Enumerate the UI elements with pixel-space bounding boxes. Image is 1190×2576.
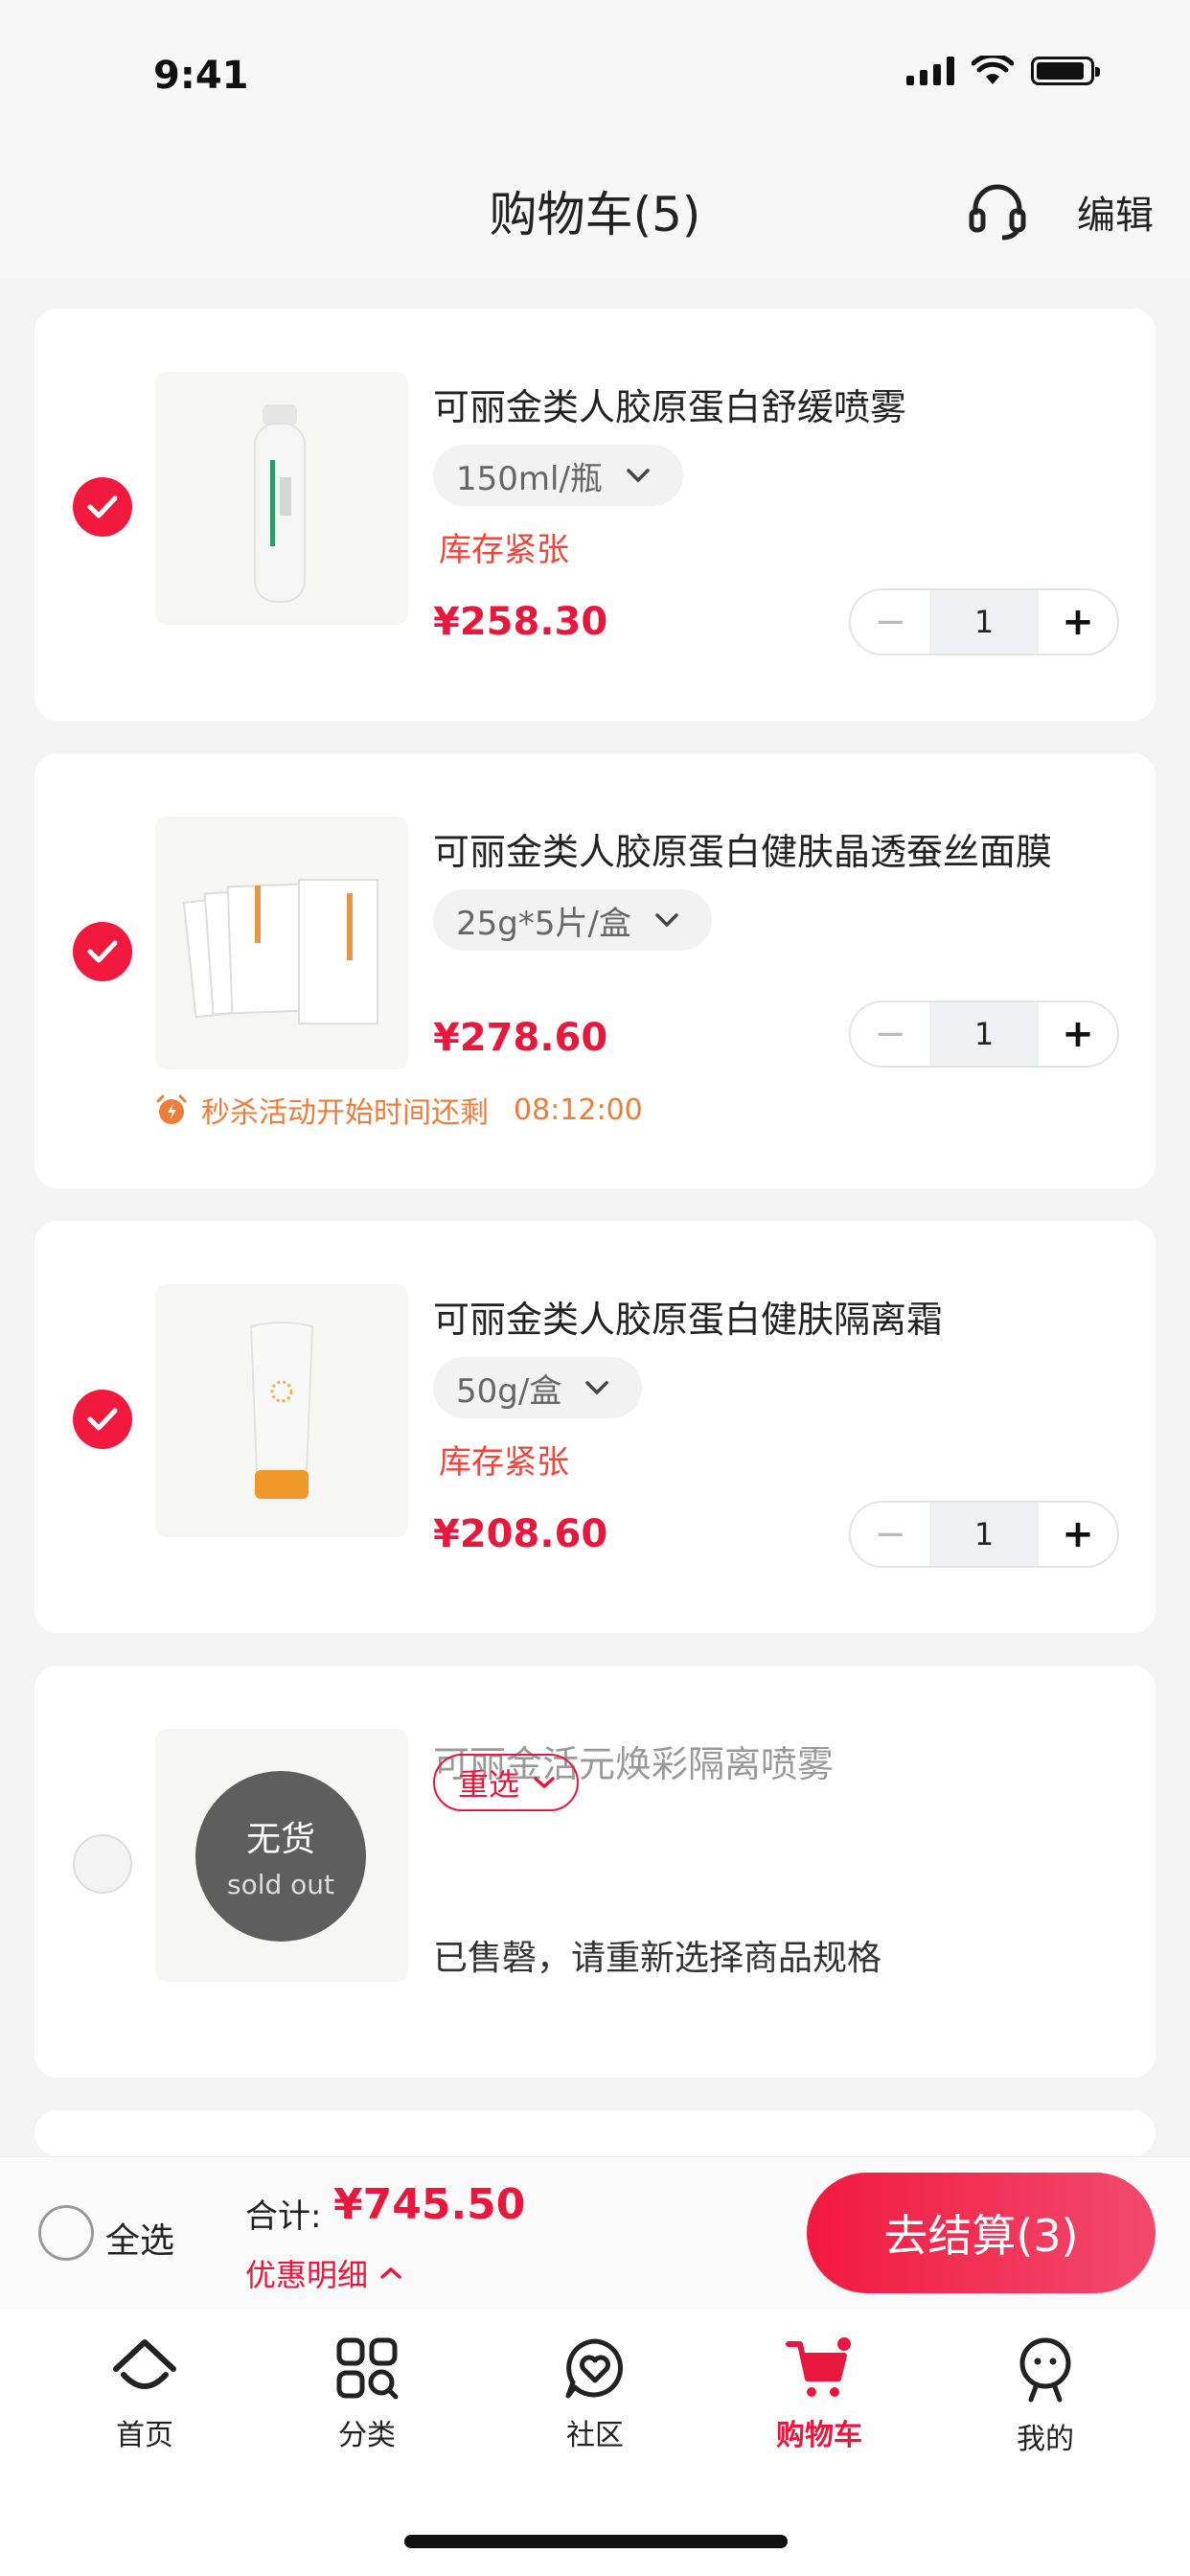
cart-item-card <box>34 2110 1156 2156</box>
tab-community[interactable]: 社区 <box>523 2336 667 2453</box>
edit-button[interactable]: 编辑 <box>1077 184 1154 240</box>
cart-icon <box>786 2337 851 2397</box>
quantity-stepper: − 1 + <box>849 588 1119 656</box>
quantity-value[interactable]: 1 <box>929 1503 1039 1566</box>
battery-icon <box>1031 57 1100 85</box>
item-price: ¥208.60 <box>433 1512 608 1556</box>
check-icon <box>87 1408 118 1431</box>
chevron-up-icon <box>380 2266 401 2279</box>
home-icon <box>113 2339 176 2389</box>
tab-home[interactable]: 首页 <box>73 2336 217 2453</box>
cream-tube-image <box>249 1322 314 1499</box>
stock-tag: 库存紧张 <box>439 1443 569 1482</box>
product-image[interactable] <box>155 1284 408 1537</box>
discount-detail-link[interactable]: 优惠明细 <box>245 2251 402 2295</box>
flash-sale-timer: 08:12:00 <box>514 1092 643 1127</box>
product-image[interactable]: 无货 sold out <box>155 1729 408 1982</box>
spec-label: 25g*5片/盒 <box>456 904 631 943</box>
product-image[interactable] <box>155 372 408 625</box>
home-indicator <box>404 2535 788 2548</box>
tab-label: 社区 <box>566 2419 624 2452</box>
chevron-down-icon <box>627 469 650 483</box>
increase-button[interactable]: + <box>1039 1503 1117 1566</box>
stock-tag: 库存紧张 <box>439 531 569 569</box>
community-icon <box>565 2338 624 2399</box>
sold-out-overlay: 无货 sold out <box>195 1771 366 1942</box>
total-value: ¥745.50 <box>333 2180 526 2229</box>
item-checkbox[interactable] <box>73 1390 132 1449</box>
item-checkbox[interactable] <box>73 922 132 981</box>
cart-item-card: 可丽金类人胶原蛋白舒缓喷雾 150ml/瓶 库存紧张 ¥258.30 − 1 + <box>34 309 1156 721</box>
total-label: 合计: <box>245 2197 322 2236</box>
wifi-icon <box>972 56 1014 84</box>
status-icons <box>906 56 1100 86</box>
status-bar: 9:41 <box>0 0 1190 144</box>
spec-selector[interactable]: 150ml/瓶 <box>433 445 683 506</box>
spec-selector[interactable]: 25g*5片/盒 <box>433 889 712 951</box>
check-icon <box>87 940 118 963</box>
quantity-value[interactable]: 1 <box>929 590 1039 654</box>
sold-out-label: 无货 <box>245 1820 315 1859</box>
headset-icon[interactable] <box>966 178 1029 242</box>
item-checkbox[interactable] <box>73 477 132 537</box>
spray-bottle-image <box>254 404 306 603</box>
tab-profile[interactable]: 我的 <box>973 2336 1117 2457</box>
tab-label: 分类 <box>338 2419 396 2452</box>
item-price: ¥278.60 <box>433 1016 608 1060</box>
chevron-down-icon <box>585 1381 609 1395</box>
tab-label: 首页 <box>116 2419 173 2452</box>
decrease-button[interactable]: − <box>851 590 929 654</box>
discount-label: 优惠明细 <box>245 2257 369 2293</box>
cart-item-card: 无货 sold out 可丽金活元焕彩隔离喷雾 重选 已售磬，请重新选择商品规格 <box>34 1666 1156 2078</box>
category-icon <box>336 2337 399 2400</box>
flash-sale-notice: 秒杀活动开始时间还剩 08:12:00 <box>155 1089 643 1131</box>
tab-category[interactable]: 分类 <box>295 2336 439 2453</box>
tab-label: 我的 <box>1017 2423 1074 2456</box>
reselect-label: 重选 <box>458 1766 520 1803</box>
nav-header: 购物车(5) 编辑 <box>0 144 1190 278</box>
item-checkbox[interactable] <box>73 1834 132 1894</box>
mask-box-image <box>182 879 378 1024</box>
item-price: ¥258.30 <box>433 600 608 644</box>
chevron-down-icon <box>655 913 678 928</box>
spec-label: 150ml/瓶 <box>456 459 603 498</box>
decrease-button[interactable]: − <box>851 1503 929 1566</box>
sold-out-label-en: sold out <box>226 1869 335 1900</box>
item-name[interactable]: 可丽金类人胶原蛋白健肤隔离霜 <box>433 1290 943 1343</box>
chevron-down-icon <box>534 1777 555 1789</box>
tab-cart[interactable]: 购物车 <box>747 2336 891 2453</box>
sold-out-message: 已售磬，请重新选择商品规格 <box>433 1939 882 1978</box>
cart-item-card: 可丽金类人胶原蛋白健肤隔离霜 50g/盒 库存紧张 ¥208.60 − 1 + <box>34 1221 1156 1633</box>
quantity-stepper: − 1 + <box>849 1000 1119 1068</box>
cart-item-card: 可丽金类人胶原蛋白健肤晶透蚕丝面膜 25g*5片/盒 ¥278.60 − 1 +… <box>34 753 1156 1188</box>
reselect-button[interactable]: 重选 <box>433 1754 580 1811</box>
checkout-bar: 全选 合计: ¥745.50 优惠明细 去结算(3) <box>0 2156 1190 2311</box>
select-all-label[interactable]: 全选 <box>105 2213 174 2263</box>
spec-selector[interactable]: 50g/盒 <box>433 1357 643 1418</box>
status-time: 9:41 <box>153 54 249 98</box>
quantity-stepper: − 1 + <box>849 1501 1119 1568</box>
flash-sale-text: 秒杀活动开始时间还剩 <box>201 1096 489 1130</box>
signal-icon <box>906 57 954 85</box>
alarm-clock-icon <box>156 1094 187 1124</box>
quantity-value[interactable]: 1 <box>929 1002 1039 1066</box>
item-name[interactable]: 可丽金类人胶原蛋白舒缓喷雾 <box>433 378 906 430</box>
select-all-checkbox[interactable] <box>38 2205 94 2261</box>
checkout-button[interactable]: 去结算(3) <box>807 2173 1156 2293</box>
increase-button[interactable]: + <box>1039 1002 1117 1066</box>
product-image[interactable] <box>155 816 408 1070</box>
tab-label: 购物车 <box>776 2419 862 2452</box>
decrease-button[interactable]: − <box>851 1002 929 1066</box>
increase-button[interactable]: + <box>1039 590 1117 654</box>
item-name[interactable]: 可丽金类人胶原蛋白健肤晶透蚕丝面膜 <box>433 822 1052 875</box>
profile-icon <box>1019 2337 1071 2403</box>
check-icon <box>87 495 118 518</box>
spec-label: 50g/盒 <box>456 1371 562 1411</box>
